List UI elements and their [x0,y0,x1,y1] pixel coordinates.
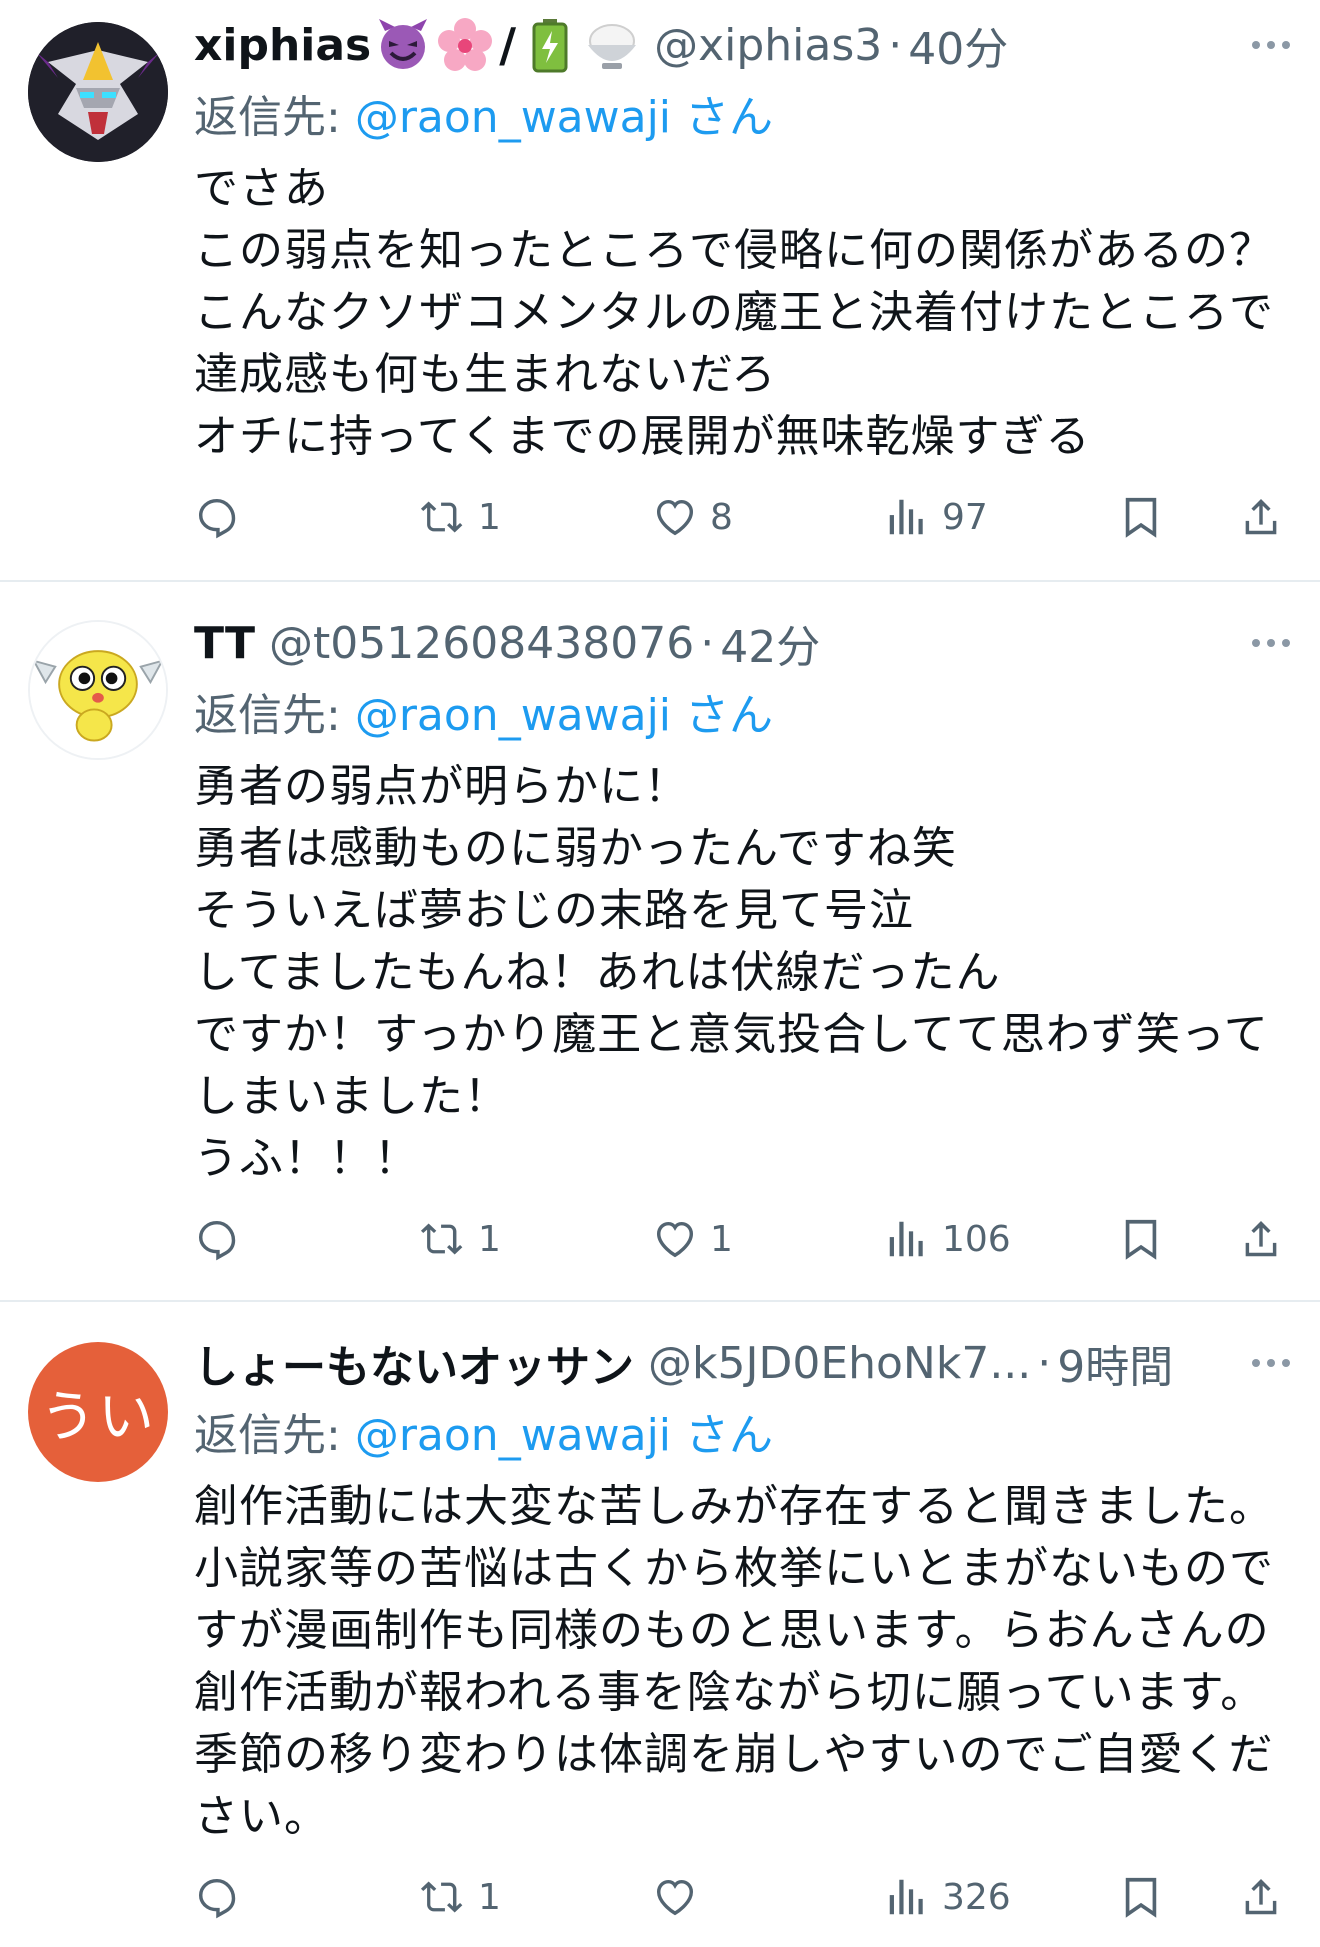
separator-dot: · [700,617,715,669]
reply-icon [198,498,236,539]
retweet-count: 1 [478,1218,501,1260]
reply-icon [198,1878,236,1919]
reply-to-label: 返信先: [194,92,341,143]
bookmark-icon [1125,497,1157,538]
yellow-mascot-avatar-icon [30,622,166,758]
share-icon [1245,498,1277,535]
tweet-text: 勇者の弱点が明らかに！ 勇者は感動ものに弱かったんですね笑 そういえば夢おじの末… [194,761,1269,1184]
reply-icon [198,1220,236,1261]
tweet[interactable]: うい しょーもないオッサン @k5JD0EhoNk7... · 9時間 返信先:… [0,1302,1320,1947]
robot-avatar-icon [28,22,168,162]
retweet-icon [420,1223,463,1255]
like-count: 1 [710,1218,733,1260]
share-button[interactable] [1238,1864,1284,1930]
retweet-button[interactable]: 1 [420,1864,501,1930]
reply-to-mention[interactable]: @raon_wawaji さん [355,81,773,145]
tweet-text: でさあ この弱点を知ったところで侵略に何の関係があるの？ こんなクソザコメンタル… [194,163,1274,462]
share-icon [1245,1220,1277,1257]
user-handle[interactable]: @xiphias3 [654,20,882,71]
heart-icon [656,1879,694,1916]
share-button[interactable] [1238,1206,1284,1272]
retweet-button[interactable]: 1 [420,484,501,550]
reply-to: 返信先: @raon_wawaji さん [194,680,773,742]
timestamp[interactable]: 9時間 [1057,1331,1173,1395]
reply-button[interactable] [194,1864,252,1930]
avatar[interactable] [28,620,168,760]
separator-dot: · [888,19,903,71]
tweet-actions: 1 8 97 [194,484,1294,550]
slash-separator: / [499,18,517,72]
timestamp[interactable]: 42分 [720,611,820,675]
reply-to-mention[interactable]: @raon_wawaji さん [355,679,773,743]
reply-to-mention[interactable]: @raon_wawaji さん [355,1399,773,1463]
bookmark-button[interactable] [1118,484,1164,550]
like-button[interactable] [652,1864,710,1930]
tweet-header: xiphias / @xiphias3 · 40分 [194,14,1290,76]
cherry-blossom-emoji-icon [438,18,493,71]
reply-to-label: 返信先: [194,1410,341,1461]
reply-to: 返信先: @raon_wawaji さん [194,1400,773,1462]
display-name[interactable]: TT [194,618,255,669]
retweet-count: 1 [478,1876,501,1918]
views-button[interactable]: 106 [884,1206,1011,1272]
reply-to: 返信先: @raon_wawaji さん [194,82,773,144]
views-button[interactable]: 97 [884,484,988,550]
tweet-actions: 1 1 106 [194,1206,1294,1272]
avatar-text: うい [40,1384,156,1450]
heart-icon [656,499,694,536]
tweet[interactable]: xiphias / @xiphias3 · 40分 返信先: @raon_waw… [0,0,1320,582]
name-emojis: / [375,17,640,73]
tweet-header: TT @t0512608438076 · 42分 [194,612,1290,674]
avatar[interactable] [28,22,168,162]
analytics-icon [889,499,923,535]
battery-emoji-icon [532,19,568,73]
like-button[interactable]: 8 [652,484,733,550]
bookmark-icon [1125,1877,1157,1918]
analytics-icon [889,1879,923,1915]
tweet-header: しょーもないオッサン @k5JD0EhoNk7... · 9時間 [194,1332,1290,1394]
analytics-icon [889,1221,923,1257]
more-options-icon[interactable] [1252,14,1290,76]
display-name[interactable]: しょーもないオッサン [194,1331,634,1395]
retweet-button[interactable]: 1 [420,1206,501,1272]
smiling-imp-emoji-icon [379,19,428,69]
avatar[interactable]: うい [28,1342,168,1482]
reply-button[interactable] [194,1206,252,1272]
heart-icon [656,1221,694,1258]
view-count: 97 [942,496,988,538]
like-button[interactable]: 1 [652,1206,733,1272]
display-name[interactable]: xiphias [194,20,371,71]
bookmark-icon [1125,1219,1157,1260]
like-count: 8 [710,496,733,538]
user-handle[interactable]: @t0512608438076 [269,618,694,669]
timestamp[interactable]: 40分 [908,13,1008,77]
tweet-text: 創作活動には大変な苦しみが存在すると聞きました。 小説家等の苦悩は古くから枚挙に… [194,1481,1274,1842]
user-handle[interactable]: @k5JD0EhoNk7... [648,1338,1031,1389]
separator-dot: · [1037,1337,1052,1389]
bookmark-button[interactable] [1118,1864,1164,1930]
views-button[interactable]: 326 [884,1864,1011,1930]
rice-bowl-emoji-icon [588,24,637,69]
retweet-icon [420,1881,463,1913]
more-options-icon[interactable] [1252,1332,1290,1394]
share-icon [1245,1878,1277,1915]
reply-to-label: 返信先: [194,690,341,741]
reply-button[interactable] [194,484,252,550]
more-options-icon[interactable] [1252,612,1290,674]
retweet-icon [420,501,463,533]
tweet[interactable]: TT @t0512608438076 · 42分 返信先: @raon_wawa… [0,582,1320,1302]
retweet-count: 1 [478,496,501,538]
view-count: 106 [942,1218,1011,1260]
bookmark-button[interactable] [1118,1206,1164,1272]
share-button[interactable] [1238,484,1284,550]
view-count: 326 [942,1876,1011,1918]
tweet-actions: 1 326 [194,1864,1294,1930]
